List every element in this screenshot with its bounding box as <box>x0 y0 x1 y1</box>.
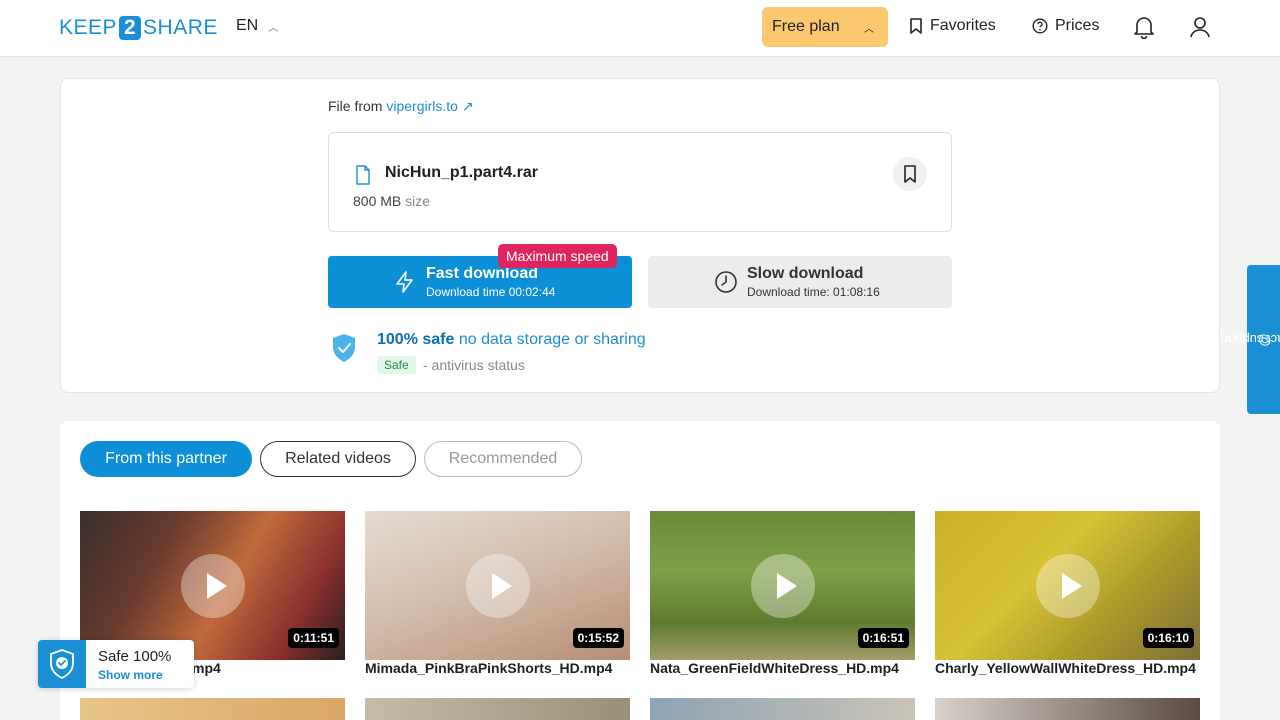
user-icon[interactable] <box>1189 15 1211 39</box>
bookmark-icon <box>910 18 922 34</box>
video-thumbnail[interactable]: 0:11:51 <box>80 511 345 660</box>
language-selector[interactable]: EN ︿ <box>236 17 278 35</box>
play-icon <box>750 553 815 618</box>
contact-support-label: @ contact support <box>1219 332 1280 348</box>
file-size-unit: size <box>405 193 431 209</box>
file-source: File from vipergirls.to ↗ <box>328 98 474 115</box>
file-info-box: NicHun_p1.part4.rar 800 MB size <box>328 132 952 232</box>
favorites-link[interactable]: Favorites <box>909 17 996 35</box>
file-name: NicHun_p1.part4.rar <box>385 164 538 181</box>
video-duration: 0:16:51 <box>857 628 909 648</box>
prices-link[interactable]: Prices <box>1032 17 1099 35</box>
video-title[interactable]: Mimada_PinkBraPinkShorts_HD.mp4 <box>365 660 640 676</box>
logo-text-right: SHARE <box>143 16 218 39</box>
video-thumbnail[interactable] <box>650 698 915 720</box>
play-icon <box>1035 553 1100 618</box>
plan-label: Free plan <box>772 18 840 35</box>
bell-icon[interactable] <box>1133 15 1155 39</box>
lightning-icon <box>396 271 413 293</box>
file-size: 800 MB size <box>353 193 430 209</box>
safe-widget-badge <box>38 640 86 688</box>
antivirus-safe-badge: Safe <box>377 356 416 374</box>
video-duration: 0:15:52 <box>572 628 624 648</box>
safe-widget-link[interactable]: Show more <box>98 668 163 682</box>
logo-text-mid: 2 <box>119 16 142 40</box>
slow-download-title: Slow download <box>747 265 864 282</box>
clock-icon <box>715 271 737 293</box>
max-speed-badge: Maximum speed <box>498 244 617 268</box>
video-thumbnail[interactable]: 0:16:51 <box>650 511 915 660</box>
slow-download-button[interactable]: Slow download Download time: 01:08:16 <box>648 256 952 308</box>
file-source-link[interactable]: vipergirls.to ↗ <box>386 98 473 114</box>
safe-widget-title: Safe 100% <box>98 648 172 665</box>
site-logo[interactable]: KEEP 2 SHARE <box>59 15 218 41</box>
logo-text-left: KEEP <box>59 16 118 39</box>
video-thumbnail[interactable] <box>365 698 630 720</box>
safety-detail: no data storage or sharing <box>458 331 646 348</box>
shield-check-icon <box>333 334 355 362</box>
top-header: KEEP 2 SHARE EN ︿ Free plan ︿ Favorites … <box>0 0 1280 57</box>
fast-download-time: Download time 00:02:44 <box>426 285 556 299</box>
contact-support-tab[interactable]: @ contact support <box>1219 265 1280 414</box>
language-label: EN <box>236 17 259 34</box>
video-thumbnail[interactable]: 0:16:10 <box>935 511 1200 660</box>
shield-check-icon <box>50 649 74 680</box>
file-size-value: 800 MB <box>353 193 402 209</box>
video-thumbnail[interactable]: 0:15:52 <box>365 511 630 660</box>
safety-statement: 100% safe no data storage or sharing <box>377 331 646 349</box>
bookmark-icon <box>904 165 916 183</box>
safety-strong: 100% safe <box>377 331 455 348</box>
play-icon <box>465 553 530 618</box>
play-icon <box>180 553 245 618</box>
tab-from-partner[interactable]: From this partner <box>80 441 252 477</box>
video-thumbnail[interactable] <box>80 698 345 720</box>
tab-related-videos[interactable]: Related videos <box>260 441 416 477</box>
chevron-up-icon: ︿ <box>268 22 279 34</box>
video-duration: 0:16:10 <box>1142 628 1194 648</box>
antivirus-status: - antivirus status <box>423 357 525 373</box>
bookmark-button[interactable] <box>893 157 927 191</box>
favorites-label: Favorites <box>930 17 996 34</box>
video-title[interactable]: Charly_YellowWallWhiteDress_HD.mp4 <box>935 660 1210 676</box>
safe-widget[interactable]: Safe 100% Show more <box>38 640 194 688</box>
help-circle-icon <box>1032 18 1048 34</box>
slow-download-time: Download time: 01:08:16 <box>747 285 880 299</box>
video-thumbnail[interactable] <box>935 698 1200 720</box>
chevron-up-icon: ︿ <box>864 24 874 35</box>
prices-label: Prices <box>1055 17 1100 34</box>
plan-dropdown[interactable]: Free plan ︿ <box>762 7 888 47</box>
video-duration: 0:11:51 <box>288 628 339 648</box>
file-source-label: File from <box>328 98 383 114</box>
video-title[interactable]: Nata_GreenFieldWhiteDress_HD.mp4 <box>650 660 925 676</box>
file-icon <box>356 165 370 185</box>
tab-recommended[interactable]: Recommended <box>424 441 582 477</box>
